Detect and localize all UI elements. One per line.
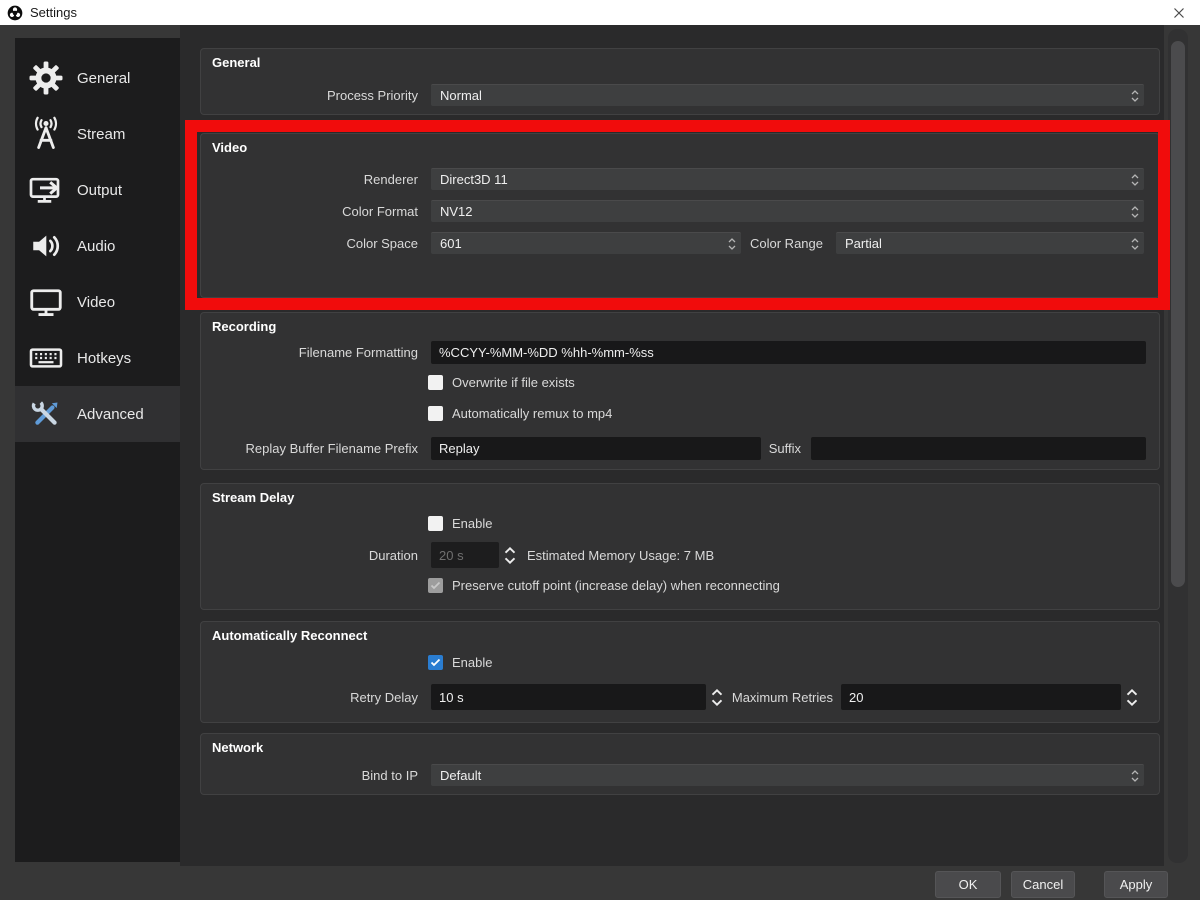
sidebar-item-audio[interactable]: Audio: [15, 218, 180, 274]
settings-scroll-area: General Process Priority Normal Video Re…: [180, 25, 1164, 866]
color-format-label: Color Format: [342, 203, 418, 219]
duration-spinbox[interactable]: [431, 542, 499, 568]
reconnect-enable-label: Enable: [452, 655, 493, 670]
stream-delay-enable-label: Enable: [452, 516, 493, 531]
sidebar-item-advanced[interactable]: Advanced: [15, 386, 180, 442]
color-space-label: Color Space: [346, 235, 418, 251]
ok-button[interactable]: OK: [935, 871, 1001, 898]
duration-label: Duration: [368, 547, 418, 563]
combo-spinner-icon[interactable]: [1131, 765, 1139, 786]
suffix-input[interactable]: [811, 437, 1146, 460]
broadcast-icon: [23, 116, 69, 152]
retry-delay-spinner-icon[interactable]: [708, 688, 725, 706]
color-range-label: Color Range: [750, 235, 823, 251]
color-range-combobox[interactable]: Partial: [836, 232, 1144, 254]
filename-formatting-input[interactable]: [431, 341, 1146, 364]
output-icon: [23, 172, 69, 208]
settings-dialog-body: General Stream Output Audio Video Hotkey…: [0, 25, 1200, 900]
retry-delay-label: Retry Delay: [350, 689, 418, 705]
max-retries-spinbox[interactable]: [841, 684, 1121, 710]
group-title-general: General: [212, 55, 261, 70]
group-title-video: Video: [212, 140, 248, 155]
stream-delay-enable-checkbox[interactable]: [428, 516, 443, 531]
dialog-footer: OK Cancel Apply: [0, 866, 1200, 900]
scrollbar-thumb[interactable]: [1171, 41, 1185, 587]
bind-to-ip-label: Bind to IP: [361, 767, 418, 783]
group-recording: Recording Filename Formatting Overwrite …: [200, 312, 1160, 470]
group-network: Network Bind to IP Default: [200, 733, 1160, 795]
cancel-button[interactable]: Cancel: [1011, 871, 1075, 898]
group-auto-reconnect: Automatically Reconnect Enable Retry Del…: [200, 621, 1160, 723]
sidebar-item-output[interactable]: Output: [15, 162, 180, 218]
obs-logo-icon: [7, 5, 23, 21]
overwrite-label: Overwrite if file exists: [452, 375, 575, 390]
sidebar-label: Stream: [77, 125, 126, 143]
group-stream-delay: Stream Delay Enable Duration Estimated M…: [200, 483, 1160, 610]
process-priority-label: Process Priority: [326, 87, 418, 103]
sidebar-item-stream[interactable]: Stream: [15, 106, 180, 162]
tools-icon: [23, 396, 69, 432]
checkmark-icon: [430, 581, 441, 590]
memory-usage-text: Estimated Memory Usage: 7 MB: [527, 547, 715, 563]
group-title-stream-delay: Stream Delay: [212, 490, 295, 505]
replay-prefix-input[interactable]: [431, 437, 761, 460]
color-space-combobox[interactable]: 601: [431, 232, 741, 254]
speaker-icon: [23, 228, 69, 264]
group-title-network: Network: [212, 740, 264, 755]
bind-to-ip-combobox[interactable]: Default: [431, 764, 1144, 786]
remux-checkbox[interactable]: [428, 406, 443, 421]
renderer-combobox[interactable]: Direct3D 11: [431, 168, 1144, 190]
titlebar: Settings: [0, 0, 1200, 25]
sidebar-label: Video: [77, 293, 116, 311]
remux-label: Automatically remux to mp4: [452, 406, 613, 421]
color-format-combobox[interactable]: NV12: [431, 200, 1144, 222]
vertical-scrollbar[interactable]: [1168, 29, 1188, 863]
group-title-recording: Recording: [212, 319, 277, 334]
duration-spinner-icon[interactable]: [501, 546, 518, 564]
combo-spinner-icon[interactable]: [728, 233, 736, 254]
preserve-cutoff-checkbox[interactable]: [428, 578, 443, 593]
renderer-label: Renderer: [363, 171, 418, 187]
replay-prefix-label: Replay Buffer Filename Prefix: [245, 441, 418, 456]
sidebar-label: Audio: [77, 237, 116, 255]
close-icon[interactable]: [1171, 5, 1187, 21]
group-video: Video Renderer Direct3D 11 Color Format …: [200, 133, 1160, 298]
max-retries-spinner-icon[interactable]: [1123, 688, 1140, 706]
combo-spinner-icon[interactable]: [1131, 85, 1139, 106]
sidebar-label: Hotkeys: [77, 349, 132, 367]
settings-sidebar: General Stream Output Audio Video Hotkey…: [15, 38, 180, 862]
combo-spinner-icon[interactable]: [1131, 201, 1139, 222]
combo-spinner-icon[interactable]: [1131, 233, 1139, 254]
preserve-cutoff-label: Preserve cutoff point (increase delay) w…: [452, 578, 780, 593]
sidebar-label: General: [77, 69, 131, 87]
sidebar-item-video[interactable]: Video: [15, 274, 180, 330]
group-title-auto-reconnect: Automatically Reconnect: [212, 628, 368, 643]
overwrite-checkbox[interactable]: [428, 375, 443, 390]
keyboard-icon: [23, 340, 69, 376]
max-retries-label: Maximum Retries: [731, 689, 833, 705]
suffix-label: Suffix: [768, 441, 801, 456]
filename-formatting-label: Filename Formatting: [298, 345, 418, 360]
sidebar-item-general[interactable]: General: [15, 50, 180, 106]
process-priority-combobox[interactable]: Normal: [431, 84, 1144, 106]
apply-button[interactable]: Apply: [1104, 871, 1168, 898]
retry-delay-spinbox[interactable]: [431, 684, 706, 710]
monitor-icon: [23, 284, 69, 320]
combo-spinner-icon[interactable]: [1131, 169, 1139, 190]
checkmark-icon: [430, 658, 441, 667]
sidebar-item-hotkeys[interactable]: Hotkeys: [15, 330, 180, 386]
sidebar-label: Output: [77, 181, 123, 199]
window-title: Settings: [30, 5, 77, 20]
gear-icon: [23, 60, 69, 96]
reconnect-enable-checkbox[interactable]: [428, 655, 443, 670]
group-general: General Process Priority Normal: [200, 48, 1160, 115]
sidebar-label: Advanced: [77, 405, 144, 423]
